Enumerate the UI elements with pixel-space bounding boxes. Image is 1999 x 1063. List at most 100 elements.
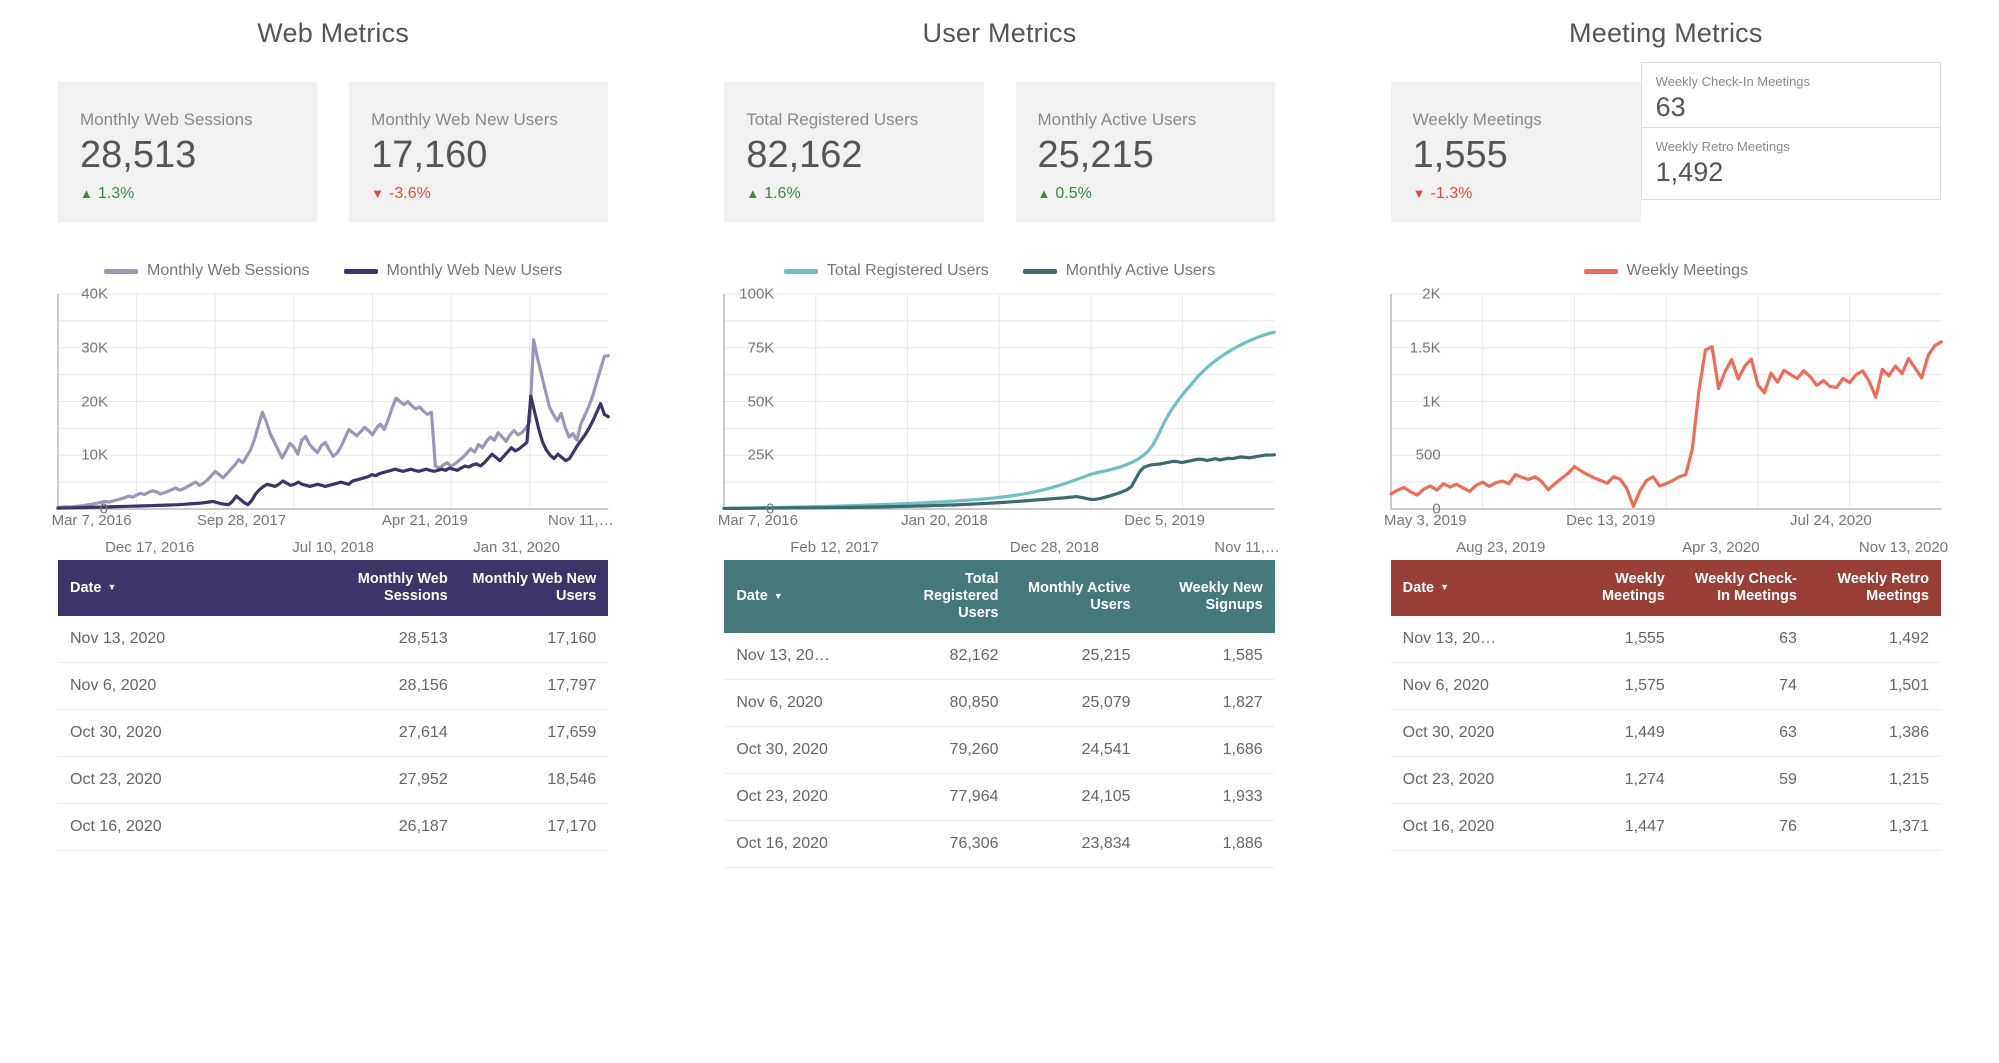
legend-swatch-icon: [1583, 268, 1618, 274]
scorecard-monthly-web-new-users[interactable]: Monthly Web New Users 17,160 ▼ -3.6%: [349, 82, 609, 222]
sort-descending-icon[interactable]: ▼: [107, 582, 116, 592]
cell-date: Oct 16, 2020: [724, 820, 879, 869]
scorecard-label: Weekly Check-In Meetings: [1655, 74, 1811, 89]
chart-plot-meeting: [1391, 294, 1941, 509]
table-row[interactable]: Nov 13, 2020 28,513 17,160: [58, 616, 609, 664]
table-wrap-meeting: Date ▼ Weekly Meetings Weekly Check-In Meet…: [1333, 560, 1999, 852]
cell-value: 1,827: [1142, 679, 1275, 728]
page-title-user: User Metrics: [922, 18, 1077, 48]
column-header-total-registered-users[interactable]: Total Registered Users: [878, 560, 1011, 634]
scorecard-label: Monthly Active Users: [1037, 110, 1197, 129]
arrow-down-icon: ▼: [1412, 186, 1426, 202]
scorecard-monthly-web-sessions[interactable]: Monthly Web Sessions 28,513 ▲ 1.3%: [58, 82, 318, 222]
x-tick-label: Apr 3, 2020: [1682, 539, 1760, 556]
y-tick-label: 500: [1415, 446, 1441, 464]
sort-descending-icon[interactable]: ▼: [1440, 582, 1449, 592]
scorecard-row-user: Total Registered Users 82,162 ▲ 1.6% Mon…: [666, 82, 1332, 222]
x-axis-meeting: May 3, 2019 Aug 23, 2019 Dec 13, 2019 Apr 3…: [1384, 511, 1948, 569]
scorecard-weekly-retro-meetings[interactable]: Weekly Retro Meetings 1,492: [1640, 128, 1941, 200]
sort-descending-icon[interactable]: ▼: [774, 591, 783, 601]
y-axis-web: 0 10K 20K 30K 40K: [58, 286, 114, 518]
column-header-label: Monthly Web Sessions: [357, 571, 448, 605]
table-row[interactable]: Oct 16, 2020 1,447 76 1,371: [1390, 803, 1941, 852]
scorecard-label: Weekly Meetings: [1412, 110, 1542, 129]
cell-value: 24,105: [1010, 773, 1143, 822]
chart-plot-user: [724, 294, 1274, 509]
table-row[interactable]: Oct 30, 2020 79,260 24,541 1,686: [724, 726, 1275, 775]
y-tick-label: 1.5K: [1409, 339, 1441, 357]
legend-item[interactable]: Total Registered Users: [783, 262, 989, 280]
cell-date: Nov 13, 20…: [724, 633, 879, 681]
cell-value: 24,541: [1010, 726, 1143, 775]
chart-web-metrics: 0 10K 20K 30K 40K Mar 7, 2016 Dec 17, 2016 Sep…: [0, 286, 666, 556]
scorecard-delta: ▲ 1.6%: [746, 185, 961, 203]
table-wrap-web: Date ▼ Monthly Web Sessions Monthly Web New…: [0, 560, 666, 852]
scorecard-value: 82,162: [746, 134, 863, 177]
scorecard-delta: ▼ -3.6%: [371, 185, 586, 203]
scorecard-weekly-meetings[interactable]: Weekly Meetings 1,555 ▼ -1.3%: [1390, 82, 1641, 222]
table-row[interactable]: Nov 6, 2020 28,156 17,797: [58, 662, 609, 711]
table-row[interactable]: Nov 6, 2020 80,850 25,079 1,827: [724, 679, 1275, 728]
table-row[interactable]: Nov 13, 20… 82,162 25,215 1,585: [724, 633, 1275, 681]
cell-value: 26,187: [311, 803, 460, 852]
table-row[interactable]: Oct 16, 2020 76,306 23,834 1,886: [724, 820, 1275, 869]
table-row[interactable]: Oct 30, 2020 27,614 17,659: [58, 709, 609, 758]
table-row[interactable]: Nov 13, 20… 1,555 63 1,492: [1390, 616, 1941, 664]
table-row[interactable]: Oct 23, 2020 77,964 24,105 1,933: [724, 773, 1275, 822]
table-body: Nov 13, 2020 28,513 17,160 Nov 6, 2020 28,15…: [58, 616, 609, 852]
cell-date: Nov 6, 2020: [58, 662, 312, 711]
cell-value: 63: [1676, 616, 1809, 664]
cell-value: 74: [1676, 662, 1809, 711]
column-header-label: Monthly Active Users: [1027, 579, 1131, 613]
legend-item[interactable]: Monthly Web New Users: [343, 262, 563, 280]
cell-date: Oct 23, 2020: [58, 756, 312, 805]
legend-label: Weekly Meetings: [1626, 262, 1749, 279]
column-header-label: Weekly Retro Meetings: [1837, 571, 1929, 605]
x-tick-label: Mar 7, 2016: [51, 512, 132, 529]
y-tick-label: 40K: [81, 285, 108, 303]
arrow-up-icon: ▲: [1037, 186, 1051, 202]
legend-item[interactable]: Weekly Meetings: [1583, 262, 1749, 280]
cell-value: 1,492: [1808, 616, 1941, 664]
legend-label: Monthly Web Sessions: [147, 262, 310, 279]
column-header-monthly-active-users[interactable]: Monthly Active Users: [1010, 560, 1143, 634]
panel-meeting-metrics: Meeting Metrics Weekly Meetings 1,555 ▼ …: [1333, 0, 1999, 1063]
arrow-up-icon: ▲: [746, 186, 760, 202]
legend-label: Total Registered Users: [826, 262, 989, 279]
column-header-date[interactable]: Date ▼: [724, 560, 879, 634]
chart-legend-user: Total Registered Users Monthly Active Us…: [666, 262, 1332, 280]
cell-value: 17,160: [459, 616, 609, 664]
scorecard-value: 25,215: [1037, 134, 1154, 177]
scorecard-total-registered-users[interactable]: Total Registered Users 82,162 ▲ 1.6%: [724, 82, 984, 222]
cell-value: 1,585: [1142, 633, 1275, 681]
legend-item[interactable]: Monthly Web Sessions: [104, 262, 310, 280]
table-meeting-metrics: Date ▼ Weekly Meetings Weekly Check-In Meet…: [1390, 560, 1941, 852]
y-tick-label: 50K: [747, 393, 775, 410]
cell-date: Nov 13, 20…: [1390, 616, 1545, 664]
table-row[interactable]: Oct 23, 2020 27,952 18,546: [58, 756, 609, 805]
x-tick-label: Nov 11,…: [1214, 539, 1280, 556]
cell-value: 28,513: [311, 616, 460, 664]
scorecard-label: Monthly Web New Users: [371, 110, 558, 129]
scorecard-monthly-active-users[interactable]: Monthly Active Users 25,215 ▲ 0.5%: [1015, 82, 1275, 222]
legend-label: Monthly Web New Users: [386, 262, 563, 279]
x-tick-label: Nov 11,…: [547, 512, 614, 529]
scorecard-delta-value: 1.6%: [764, 184, 801, 202]
scorecard-weekly-checkin-meetings[interactable]: Weekly Check-In Meetings 63: [1640, 62, 1941, 128]
table-row[interactable]: Oct 23, 2020 1,274 59 1,215: [1390, 756, 1941, 805]
table-row[interactable]: Oct 30, 2020 1,449 63 1,386: [1390, 709, 1941, 758]
panel-user-metrics: User Metrics Total Registered Users 82,1…: [666, 0, 1332, 1063]
table-row[interactable]: Nov 6, 2020 1,575 74 1,501: [1390, 662, 1941, 711]
page-title-meeting: Meeting Metrics: [1569, 18, 1763, 48]
cell-value: 82,162: [878, 633, 1011, 681]
column-header-weekly-new-signups[interactable]: Weekly New Signups: [1142, 560, 1275, 634]
scorecard-delta-value: -1.3%: [1430, 184, 1473, 202]
cell-value: 18,546: [459, 756, 609, 805]
cell-value: 27,614: [311, 709, 460, 758]
table-row[interactable]: Oct 16, 2020 26,187 17,170: [58, 803, 609, 852]
y-tick-label: 20K: [81, 393, 108, 410]
cell-value: 23,834: [1010, 820, 1143, 869]
cell-value: 1,933: [1142, 773, 1275, 822]
x-axis-web: Mar 7, 2016 Dec 17, 2016 Sep 28, 2017 Jul 1…: [52, 511, 614, 569]
legend-item[interactable]: Monthly Active Users: [1022, 262, 1215, 280]
